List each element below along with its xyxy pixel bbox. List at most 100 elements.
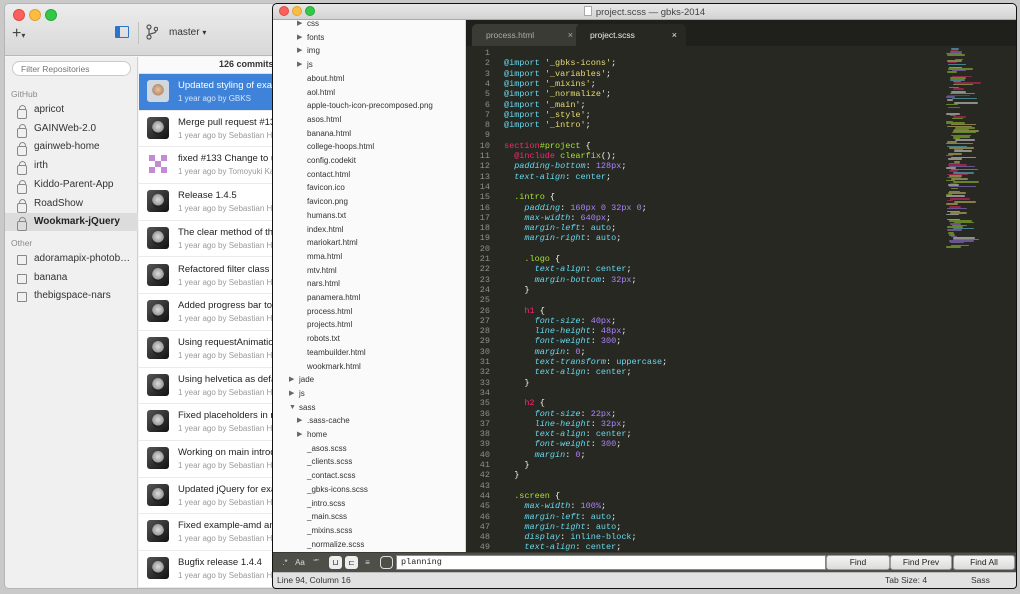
tree-folder[interactable]: ▶ js xyxy=(297,58,313,72)
find-prev-button[interactable]: Find Prev xyxy=(890,555,952,570)
tree-file[interactable]: panamera.html xyxy=(307,291,360,305)
tab-size-selector[interactable]: Tab Size: 4 xyxy=(885,573,927,588)
tree-file[interactable]: banana.html xyxy=(307,127,351,141)
close-tab-icon[interactable]: × xyxy=(568,24,573,46)
tree-file[interactable]: _contact.scss xyxy=(307,469,355,483)
minimap[interactable] xyxy=(946,46,1006,554)
tree-file[interactable]: apple-touch-icon-precomposed.png xyxy=(307,99,433,113)
add-repository-button[interactable]: +▾ xyxy=(12,25,25,43)
disclosure-closed-icon[interactable]: ▶ xyxy=(297,414,302,427)
tab-process-html[interactable]: process.html × xyxy=(472,24,582,46)
sidebar-repo-item[interactable]: adoramapix-photob… xyxy=(5,250,138,268)
whole-word-toggle[interactable]: “” xyxy=(309,556,323,570)
tree-file[interactable]: robots.txt xyxy=(307,332,340,346)
tree-file[interactable]: mtv.html xyxy=(307,264,337,278)
tree-file[interactable]: favicon.ico xyxy=(307,181,345,195)
commit-row[interactable]: Bugfix release 1.4.4 1 year ago by Sebast… xyxy=(139,551,275,588)
tree-file[interactable]: contact.html xyxy=(307,168,350,182)
tree-file[interactable]: _normalize.scss xyxy=(307,538,364,552)
tree-folder[interactable]: ▶ img xyxy=(297,44,320,58)
sidebar-repo-item[interactable]: banana xyxy=(5,269,138,287)
tree-file[interactable]: _intro.scss xyxy=(307,497,345,511)
tree-file[interactable]: _asos.scss xyxy=(307,442,347,456)
tree-file[interactable]: config.codekit xyxy=(307,154,356,168)
zoom-window-button[interactable] xyxy=(45,9,57,21)
close-window-button[interactable] xyxy=(13,9,25,21)
sidebar-toggle-icon[interactable] xyxy=(115,26,129,38)
commit-row[interactable]: Using helvetica as defau 1 year ago by Se… xyxy=(139,368,275,405)
tree-folder[interactable]: ▶ fonts xyxy=(297,31,324,45)
wrap-toggle-icon[interactable]: ⊔ xyxy=(329,556,342,569)
tree-file[interactable]: favicon.png xyxy=(307,195,348,209)
commit-row[interactable]: Merge pull request #134 1 year ago by Seb… xyxy=(139,111,275,148)
close-tab-icon[interactable]: × xyxy=(672,24,677,46)
tree-file[interactable]: mma.html xyxy=(307,250,342,264)
tree-folder[interactable]: ▶ .sass-cache xyxy=(297,414,350,428)
sidebar-repo-item[interactable]: Wookmark-jQuery xyxy=(5,213,138,232)
disclosure-closed-icon[interactable]: ▶ xyxy=(297,20,302,30)
tree-file[interactable]: _clients.scss xyxy=(307,455,352,469)
tree-file[interactable]: process.html xyxy=(307,305,352,319)
tree-file[interactable]: aol.html xyxy=(307,86,335,100)
disclosure-closed-icon[interactable]: ▶ xyxy=(297,58,302,71)
tree-file[interactable]: projects.html xyxy=(307,318,352,332)
tree-file[interactable]: mariokart.html xyxy=(307,236,358,250)
in-selection-toggle-icon[interactable]: ⊏ xyxy=(345,556,358,569)
sidebar-repo-item[interactable]: thebigspace-nars xyxy=(5,287,138,305)
sidebar-repo-item[interactable]: irth xyxy=(5,157,138,176)
minimize-window-button[interactable] xyxy=(29,9,41,21)
commit-row[interactable]: Fixed placeholders in no 1 year ago by Se… xyxy=(139,404,275,441)
commit-row[interactable]: Working on main introdu 1 year ago by Seb… xyxy=(139,441,275,478)
case-sensitive-toggle[interactable]: Aa xyxy=(293,556,307,570)
disclosure-closed-icon[interactable]: ▶ xyxy=(289,387,294,400)
commit-row[interactable]: Using requestAnimationF 1 year ago by Seb… xyxy=(139,331,275,368)
disclosure-closed-icon[interactable]: ▶ xyxy=(297,44,302,57)
tree-file[interactable]: _main.scss xyxy=(307,510,347,524)
repo-name: banana xyxy=(34,271,68,283)
commit-row[interactable]: Release 1.4.5 1 year ago by Sebastian Hel… xyxy=(139,184,275,221)
tree-file[interactable]: index.html xyxy=(307,223,343,237)
tree-file[interactable]: humans.txt xyxy=(307,209,346,223)
commit-row[interactable]: fixed #133 Change to us 1 year ago by Tom… xyxy=(139,147,275,185)
tab-project-scss[interactable]: project.scss × xyxy=(576,24,686,46)
commit-row[interactable]: Fixed example-amd and 1 year ago by Sebas… xyxy=(139,514,275,552)
sidebar-repo-item[interactable]: RoadShow xyxy=(5,195,138,213)
tree-folder[interactable]: ▼ sass xyxy=(289,401,315,415)
code-editor[interactable]: 1 2 3 4 5 6 7 8 9 10 11 12 13 14 15 16 17 18 19 20 21 22 23 24 2… xyxy=(466,46,1016,554)
tree-file[interactable]: _gbks-icons.scss xyxy=(307,483,368,497)
find-button[interactable]: Find xyxy=(826,555,890,570)
disclosure-closed-icon[interactable]: ▶ xyxy=(297,428,302,441)
show-context-toggle-icon[interactable] xyxy=(380,556,393,569)
branch-selector[interactable]: master ▾ xyxy=(169,27,206,38)
regex-toggle[interactable]: .* xyxy=(279,556,291,570)
tree-file[interactable]: asos.html xyxy=(307,113,341,127)
tree-file[interactable]: about.html xyxy=(307,72,344,86)
highlight-matches-icon[interactable]: ≡ xyxy=(361,556,374,569)
tree-file[interactable]: _mixins.scss xyxy=(307,524,352,538)
find-input[interactable]: planning xyxy=(396,555,826,570)
filter-repositories-input[interactable] xyxy=(12,61,131,76)
syntax-selector[interactable]: Sass xyxy=(971,573,990,588)
commit-row[interactable]: Updated jQuery for exam 1 year ago by Seb… xyxy=(139,478,275,515)
commit-row[interactable]: Refactored filter class ha 1 year ago by … xyxy=(139,258,275,295)
disclosure-closed-icon[interactable]: ▶ xyxy=(297,31,302,44)
sidebar-repo-item[interactable]: Kiddo-Parent-App xyxy=(5,176,138,194)
commit-row[interactable]: The clear method of the 1 year ago by Seb… xyxy=(139,221,275,258)
commit-row[interactable]: Updated styling of examp 1 year ago by GB… xyxy=(139,74,275,111)
disclosure-open-icon[interactable]: ▼ xyxy=(289,401,296,414)
sidebar-repo-item[interactable]: gainweb-home xyxy=(5,138,138,157)
find-all-button[interactable]: Find All xyxy=(953,555,1015,570)
tree-folder[interactable]: ▶ js xyxy=(289,387,305,401)
commit-row[interactable]: Added progress bar to in 1 year ago by Se… xyxy=(139,294,275,331)
tree-folder[interactable]: ▶ jade xyxy=(289,373,314,387)
tree-file[interactable]: college-hoops.html xyxy=(307,140,374,154)
tree-file[interactable]: teambuilder.html xyxy=(307,346,366,360)
tree-folder[interactable]: ▶ home xyxy=(297,428,327,442)
sidebar-repo-item[interactable]: apricot xyxy=(5,101,138,119)
tree-file[interactable]: wookmark.html xyxy=(307,360,361,374)
disclosure-closed-icon[interactable]: ▶ xyxy=(289,373,294,386)
tree-folder[interactable]: ▶ css xyxy=(297,20,319,31)
tab-label: project.scss xyxy=(590,30,635,40)
tree-file[interactable]: nars.html xyxy=(307,277,340,291)
sidebar-repo-item[interactable]: GAINWeb-2.0 xyxy=(5,120,138,138)
